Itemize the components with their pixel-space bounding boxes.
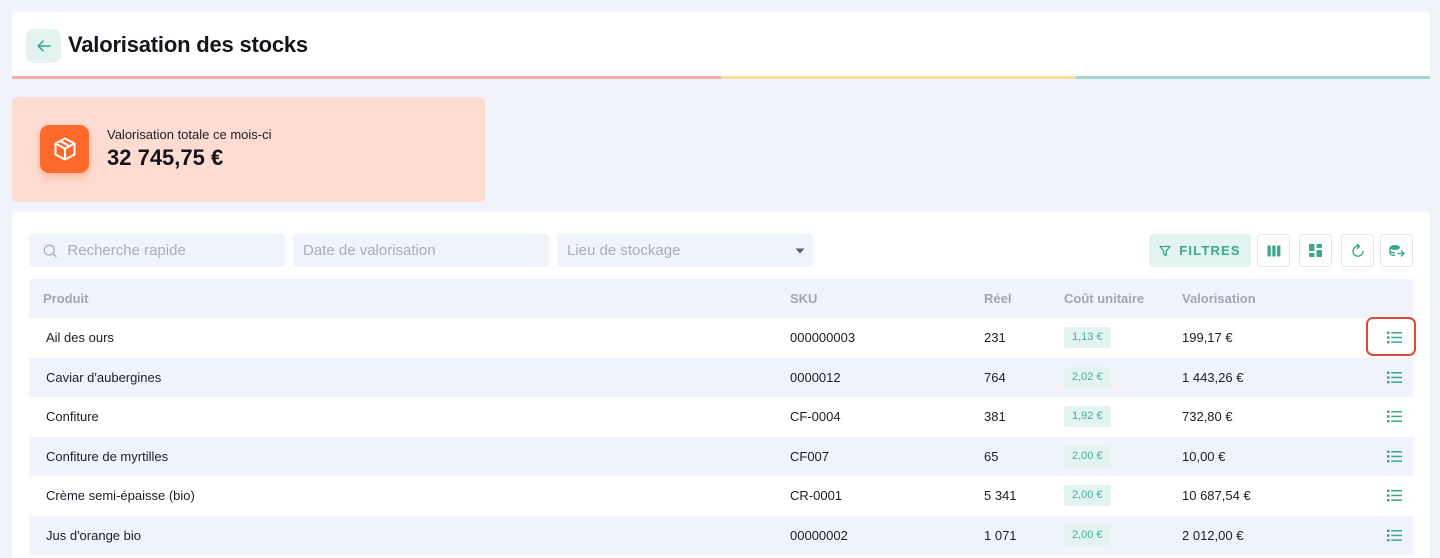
cell-sku: CR-0001 [790,488,843,504]
progress-segment [366,76,721,79]
progress-segment [721,76,1076,79]
back-button[interactable] [26,29,61,63]
column-header-sku[interactable]: SKU [790,291,817,306]
kpi-value: 32 745,75 € [107,145,224,170]
cell-sku: CF007 [790,448,830,464]
filters-label: FILTRES [1179,243,1241,258]
columns-button[interactable] [1257,234,1290,267]
list-icon [1386,410,1402,423]
cell-sku: 0000012 [790,369,841,385]
header-progress-line [12,76,1430,79]
cell-produit: Jus d'orange bio [46,527,141,543]
cell-cout-unitaire: 1,13 € [1064,327,1111,349]
date-input[interactable] [303,242,549,259]
search-icon [43,244,57,257]
cell-reel: 65 [984,448,999,464]
cell-cout-unitaire: 2,00 € [1064,524,1111,546]
columns-icon [1267,245,1280,256]
table-row[interactable]: Confiture CF-0004 381 1,92 € 732,80 € [29,397,1413,437]
cell-produit: Confiture de myrtilles [46,448,169,464]
list-icon [1386,371,1402,384]
cell-valorisation: 10,00 € [1182,448,1226,464]
dashboard-icon [1309,244,1322,257]
cell-reel: 381 [984,409,1006,425]
cell-cout-unitaire: 2,00 € [1064,445,1111,467]
row-details-button[interactable] [1381,325,1407,351]
cell-produit: Caviar d'aubergines [46,369,162,385]
dashboard-button[interactable] [1299,234,1332,267]
list-icon [1386,450,1402,463]
date-field [293,234,549,267]
valuation-table: Produit SKU Réel Coût unitaire Valorisat… [29,279,1413,555]
cell-valorisation: 199,17 € [1182,330,1233,346]
column-header-reel[interactable]: Réel [984,291,1011,306]
search-input[interactable] [67,242,285,259]
cell-reel: 1 071 [984,527,1017,543]
row-details-button[interactable] [1381,404,1407,430]
cell-sku: 000000003 [790,330,856,346]
export-icon [1388,244,1405,257]
filter-icon [1159,245,1171,256]
arrow-left-icon [36,40,51,52]
storage-location-select[interactable]: Lieu de stockage [557,234,813,267]
kpi-label: Valorisation totale ce mois-ci [107,127,272,142]
list-icon [1386,489,1402,502]
column-header-valorisation[interactable]: Valorisation [1182,291,1256,306]
refresh-button[interactable] [1341,234,1374,267]
stock-valuation-panel: Lieu de stockage FILTRES [12,212,1430,558]
column-header-produit[interactable]: Produit [43,291,89,306]
cell-reel: 764 [984,369,1006,385]
cell-produit: Ail des ours [46,330,114,346]
progress-segment [12,76,367,79]
cell-sku: 00000002 [790,527,848,543]
cell-valorisation: 1 443,26 € [1182,369,1244,385]
table-row[interactable]: Caviar d'aubergines 0000012 764 2,02 € 1… [29,357,1413,397]
refresh-icon [1351,243,1364,257]
search-field [29,234,285,267]
cell-cout-unitaire: 1,92 € [1064,406,1111,428]
cell-cout-unitaire: 2,02 € [1064,366,1111,388]
cell-cout-unitaire: 2,00 € [1064,485,1111,507]
export-button[interactable] [1380,234,1413,267]
list-icon [1386,529,1402,542]
table-row[interactable]: Crème semi-épaisse (bio) CR-0001 5 341 2… [29,476,1413,516]
page-header: Valorisation des stocks [12,12,1430,79]
cell-reel: 231 [984,330,1006,346]
row-details-button[interactable] [1381,522,1407,548]
filters-button[interactable]: FILTRES [1149,234,1251,267]
cell-valorisation: 2 012,00 € [1182,527,1244,543]
storage-location-placeholder: Lieu de stockage [567,242,681,259]
cube-icon [40,125,89,173]
table-row[interactable]: Jus d'orange bio 00000002 1 071 2,00 € 2… [29,515,1413,555]
table-row[interactable]: Ail des ours 000000003 231 1,13 € 199,17… [29,318,1413,358]
list-icon [1386,331,1402,344]
column-header-cout-unitaire[interactable]: Coût unitaire [1064,291,1144,306]
cell-produit: Crème semi-épaisse (bio) [46,488,195,504]
row-details-button[interactable] [1381,483,1407,509]
table-header: Produit SKU Réel Coût unitaire Valorisat… [29,279,1413,318]
page-title: Valorisation des stocks [68,32,308,57]
cell-reel: 5 341 [984,488,1017,504]
table-row[interactable]: Confiture de myrtilles CF007 65 2,00 € 1… [29,436,1413,476]
cell-valorisation: 732,80 € [1182,409,1233,425]
cell-sku: CF-0004 [790,409,841,425]
row-details-button[interactable] [1381,443,1407,469]
row-details-button[interactable] [1381,364,1407,390]
kpi-card-total-valuation: Valorisation totale ce mois-ci 32 745,75… [12,97,485,202]
progress-segment [1075,76,1430,79]
caret-down-icon [795,248,805,253]
cell-valorisation: 10 687,54 € [1182,488,1251,504]
cell-produit: Confiture [46,409,99,425]
